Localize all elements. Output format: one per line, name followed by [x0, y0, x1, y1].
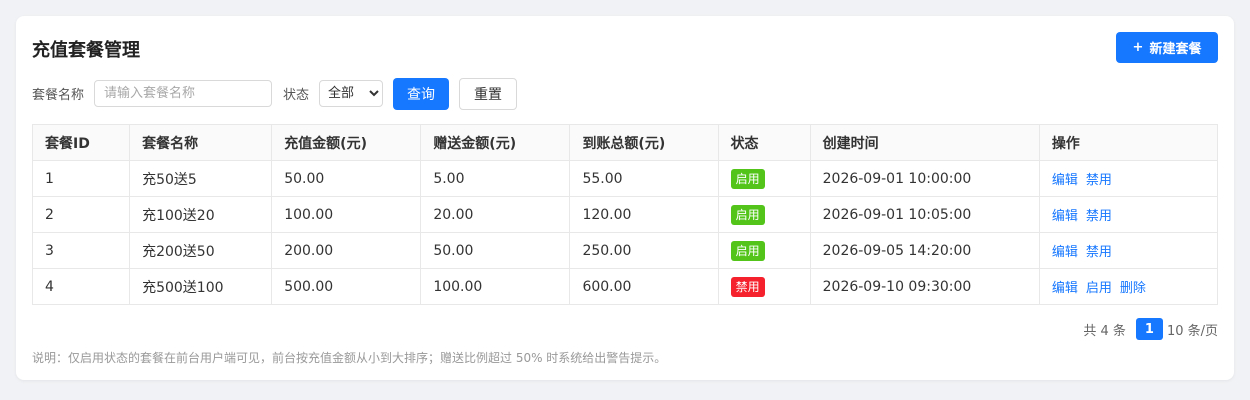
status-badge: 启用	[730, 240, 765, 261]
cell-actions: 编辑 禁用	[1038, 160, 1219, 197]
cell-total: 600.00	[569, 268, 719, 305]
cell-bonus: 5.00	[420, 160, 571, 197]
package-table: 套餐ID 套餐名称 充值金额(元) 赠送金额(元) 到账总额(元) 状态 创建时…	[31, 124, 1219, 305]
cell-name: 充100送20	[129, 196, 273, 233]
table-row: 3 充200送50 200.00 50.00 250.00 启用 2026-09…	[31, 232, 1219, 269]
cell-id: 3	[31, 232, 131, 269]
reset-button[interactable]: 重置	[459, 77, 518, 110]
cell-created: 2026-09-01 10:05:00	[809, 196, 1040, 233]
disable-link[interactable]: 禁用	[1086, 245, 1112, 260]
status-badge: 启用	[730, 168, 765, 189]
cell-actions: 编辑 禁用	[1038, 232, 1219, 269]
package-panel: 充值套餐管理 + 新建套餐 套餐名称 状态 全部 查询 重置 套餐ID 套餐名称…	[16, 16, 1234, 380]
status-badge: 启用	[730, 204, 765, 225]
disable-link[interactable]: 禁用	[1086, 173, 1112, 188]
cell-name: 充50送5	[129, 160, 273, 197]
cell-recharge: 200.00	[271, 232, 422, 269]
cell-status: 禁用	[717, 268, 811, 305]
pagination: 共 4 条 1 10 条/页	[1083, 318, 1218, 340]
cell-recharge: 100.00	[271, 196, 422, 233]
cell-status: 启用	[717, 232, 811, 269]
enable-link[interactable]: 启用	[1086, 281, 1112, 296]
cell-recharge: 50.00	[271, 160, 422, 197]
cell-bonus: 100.00	[420, 268, 571, 305]
column-header-id: 套餐ID	[31, 124, 131, 161]
total-count: 共 4 条	[1083, 323, 1126, 339]
package-name-input[interactable]	[94, 80, 273, 107]
cell-created: 2026-09-05 14:20:00	[809, 232, 1040, 269]
edit-link[interactable]: 编辑	[1052, 245, 1078, 260]
status-badge: 禁用	[730, 276, 765, 297]
page-title: 充值套餐管理	[32, 40, 140, 61]
filter-bar: 套餐名称 状态 全部 查询 重置	[32, 77, 518, 110]
cell-created: 2026-09-10 09:30:00	[809, 268, 1040, 305]
cell-status: 启用	[717, 160, 811, 197]
page-number-current[interactable]: 1	[1135, 318, 1163, 340]
column-header-total: 到账总额(元)	[569, 124, 719, 161]
column-header-name: 套餐名称	[129, 124, 273, 161]
create-package-button[interactable]: + 新建套餐	[1116, 32, 1218, 63]
table-row: 1 充50送5 50.00 5.00 55.00 启用 2026-09-01 1…	[31, 160, 1219, 197]
cell-created: 2026-09-01 10:00:00	[809, 160, 1040, 197]
cell-status: 启用	[717, 196, 811, 233]
cell-name: 充200送50	[129, 232, 273, 269]
package-name-label: 套餐名称	[32, 88, 85, 103]
cell-total: 120.00	[569, 196, 719, 233]
cell-recharge: 500.00	[271, 268, 422, 305]
usage-note: 说明：仅启用状态的套餐在前台用户端可见，前台按充值金额从小到大排序；赠送比例超过…	[32, 351, 667, 365]
column-header-bonus: 赠送金额(元)	[420, 124, 571, 161]
cell-name: 充500送100	[129, 268, 273, 305]
cell-bonus: 20.00	[420, 196, 571, 233]
edit-link[interactable]: 编辑	[1052, 209, 1078, 224]
column-header-status: 状态	[717, 124, 811, 161]
query-button[interactable]: 查询	[393, 77, 450, 110]
cell-id: 2	[31, 196, 131, 233]
status-label: 状态	[283, 88, 310, 103]
plus-icon: +	[1132, 40, 1144, 55]
column-header-created: 创建时间	[809, 124, 1040, 161]
delete-link[interactable]: 删除	[1120, 281, 1146, 296]
page-size[interactable]: 10 条/页	[1167, 320, 1218, 339]
table-row: 2 充100送20 100.00 20.00 120.00 启用 2026-09…	[31, 196, 1219, 233]
cell-actions: 编辑 禁用	[1038, 196, 1219, 233]
cell-id: 1	[31, 160, 131, 197]
cell-total: 250.00	[569, 232, 719, 269]
edit-link[interactable]: 编辑	[1052, 173, 1078, 188]
cell-total: 55.00	[569, 160, 719, 197]
create-package-label: 新建套餐	[1149, 42, 1202, 57]
column-header-actions: 操作	[1038, 124, 1219, 161]
disable-link[interactable]: 禁用	[1086, 209, 1112, 224]
column-header-recharge: 充值金额(元)	[271, 124, 422, 161]
status-select[interactable]: 全部	[319, 80, 384, 107]
table-row: 4 充500送100 500.00 100.00 600.00 禁用 2026-…	[31, 268, 1219, 305]
edit-link[interactable]: 编辑	[1052, 281, 1078, 296]
cell-actions: 编辑 启用 删除	[1038, 268, 1219, 305]
cell-id: 4	[31, 268, 131, 305]
cell-bonus: 50.00	[420, 232, 571, 269]
table-header-row: 套餐ID 套餐名称 充值金额(元) 赠送金额(元) 到账总额(元) 状态 创建时…	[31, 124, 1219, 161]
